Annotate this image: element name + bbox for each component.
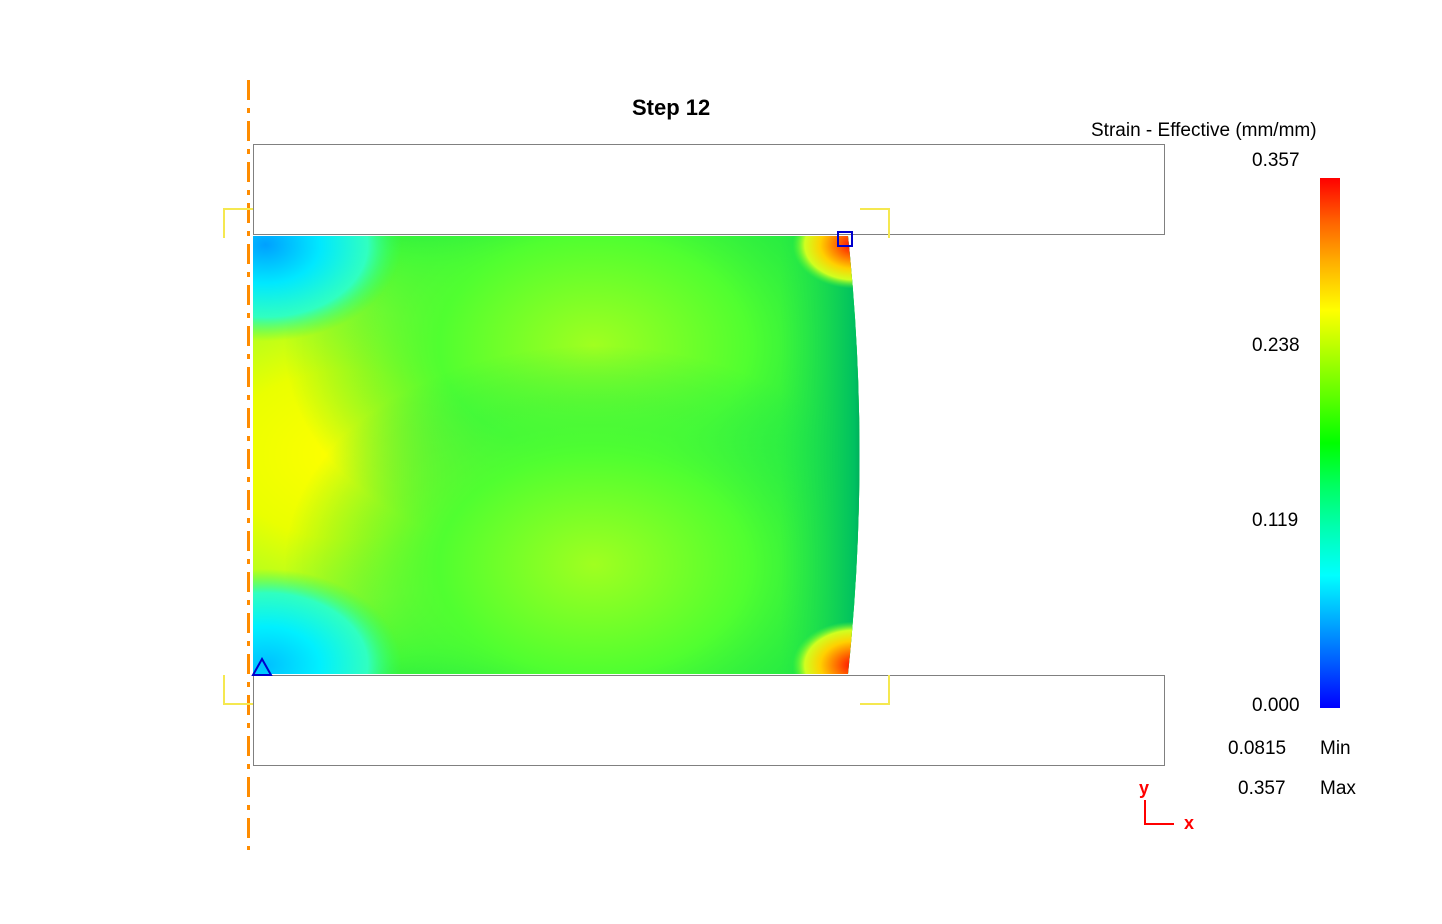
upper-die bbox=[253, 144, 1165, 235]
bracket-bottom-right bbox=[860, 675, 890, 705]
legend-min-label: Min bbox=[1320, 738, 1351, 760]
x-axis-label: x bbox=[1184, 813, 1194, 834]
coordinate-system-icon: y x bbox=[1139, 778, 1199, 833]
legend-title: Strain - Effective (mm/mm) bbox=[1091, 120, 1317, 142]
bracket-top-right bbox=[860, 208, 890, 238]
max-marker-icon bbox=[837, 231, 853, 247]
legend-tick-q2: 0.119 bbox=[1252, 510, 1298, 532]
legend-tick-top: 0.357 bbox=[1252, 150, 1300, 172]
legend-tick-q1: 0.000 bbox=[1252, 695, 1300, 717]
symmetry-axis bbox=[247, 80, 250, 850]
legend-tick-q3: 0.238 bbox=[1252, 335, 1300, 357]
legend-min-value: 0.0815 bbox=[1228, 738, 1286, 760]
min-marker-icon bbox=[251, 657, 273, 677]
workpiece-contour bbox=[253, 236, 865, 674]
bracket-top-left bbox=[223, 208, 253, 238]
step-title: Step 12 bbox=[632, 95, 710, 121]
y-axis-label: y bbox=[1139, 778, 1149, 799]
legend-max-value: 0.357 bbox=[1238, 778, 1286, 800]
color-bar bbox=[1320, 178, 1340, 708]
bracket-bottom-left bbox=[223, 675, 253, 705]
lower-die bbox=[253, 675, 1165, 766]
legend-max-label: Max bbox=[1320, 778, 1356, 800]
